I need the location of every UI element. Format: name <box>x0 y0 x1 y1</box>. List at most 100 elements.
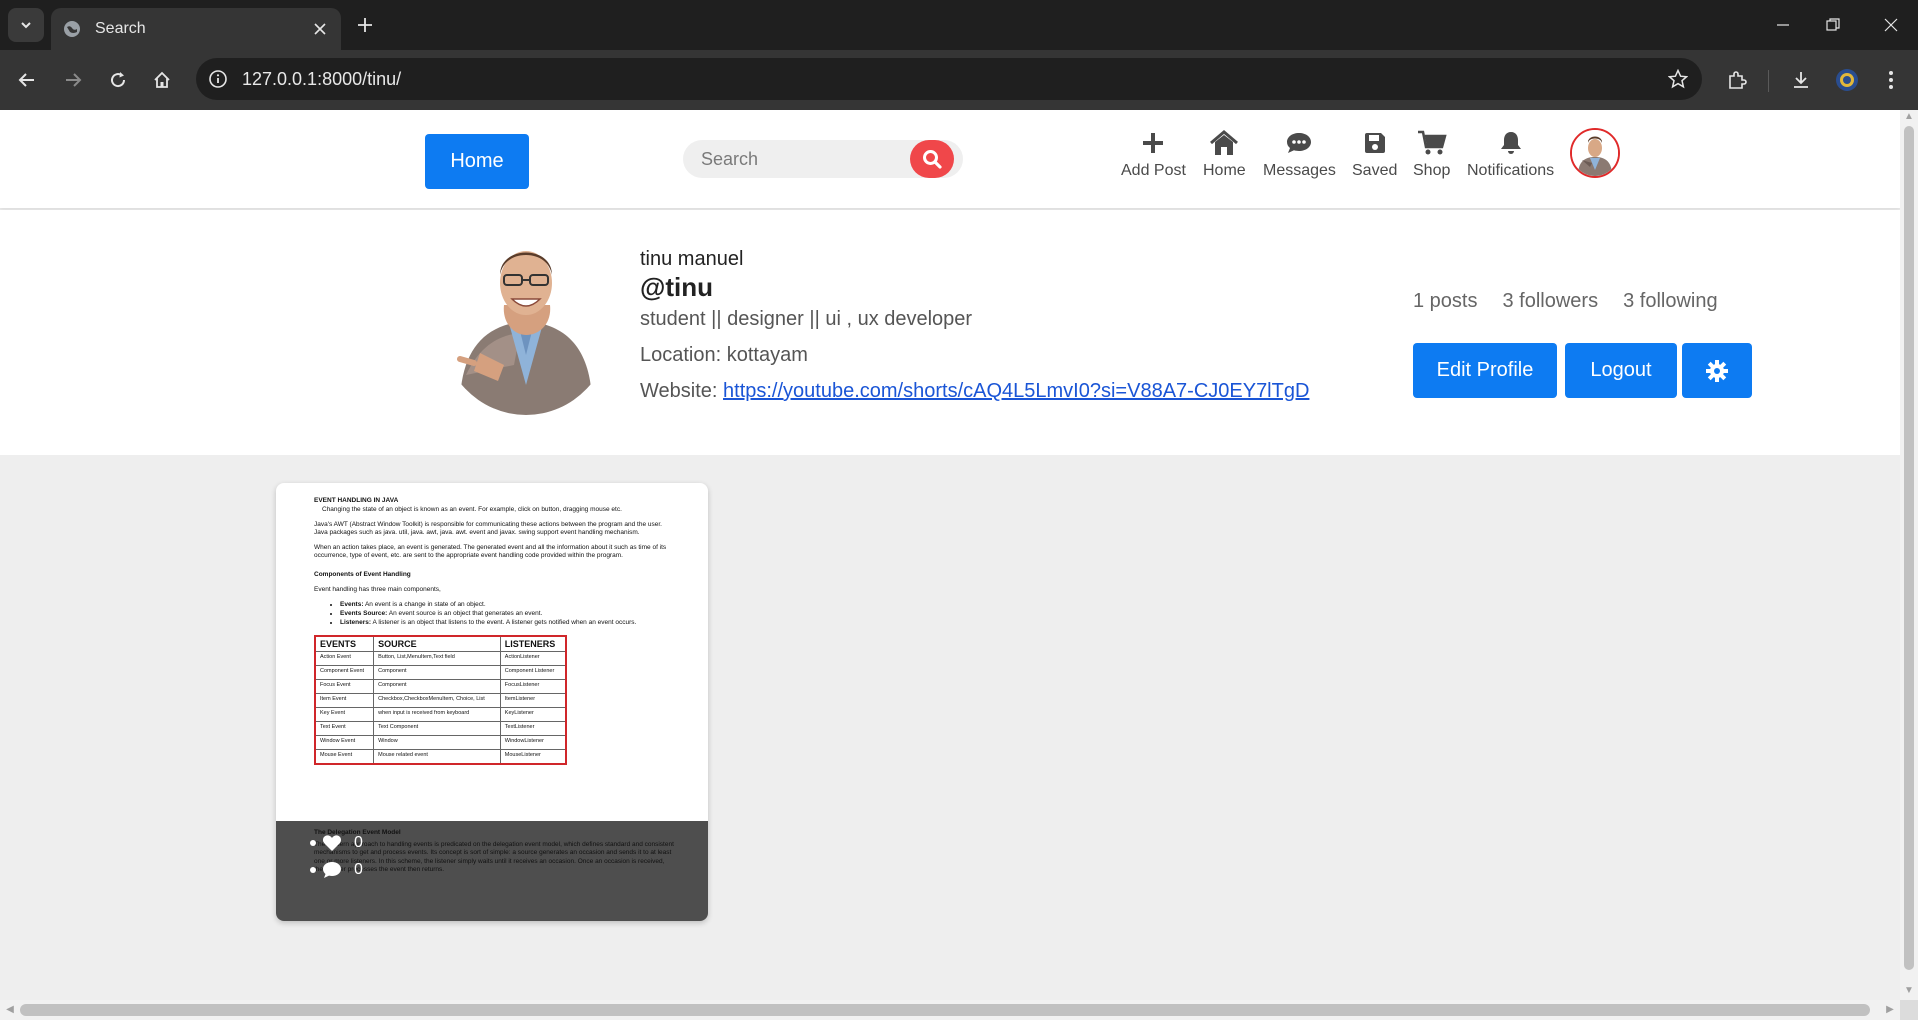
address-bar[interactable]: 127.0.0.1:8000/tinu/ <box>196 58 1702 100</box>
profile-avatar-icon[interactable] <box>1832 65 1862 95</box>
home-page-icon[interactable] <box>147 65 177 95</box>
nav-messages-label: Messages <box>1263 162 1336 179</box>
nav-notifications[interactable]: Notifications <box>1467 128 1554 180</box>
globe-icon <box>63 20 81 38</box>
post-stats-overlay: The Delegation Event Model The modern ap… <box>276 821 708 921</box>
profile-stats: 1 posts 3 followers 3 following <box>1413 290 1743 313</box>
likes-count: 0 <box>354 834 363 851</box>
shopping-cart-icon <box>1417 128 1447 158</box>
search-input[interactable] <box>701 146 901 172</box>
edit-profile-button[interactable]: Edit Profile <box>1413 343 1557 398</box>
profile-name: tinu manuel <box>640 248 744 270</box>
browser-tab[interactable]: Search <box>51 8 341 50</box>
doc-paragraph: The modern approach to handling events i… <box>314 840 674 874</box>
download-icon[interactable] <box>1786 65 1816 95</box>
doc-bullet: Events: An event is a change in state of… <box>340 600 674 609</box>
close-tab-icon[interactable] <box>311 20 329 38</box>
nav-home[interactable]: Home <box>1203 128 1246 180</box>
table-row: Text Event Text Component TextListener <box>314 721 567 736</box>
horizontal-scrollbar[interactable]: ◀ ▶ <box>0 1000 1900 1020</box>
comments-stat[interactable]: 0 <box>310 861 363 879</box>
toolbar-separator <box>1768 70 1769 92</box>
profile-section: tinu manuel @tinu student || designer ||… <box>0 210 1900 455</box>
search-button[interactable] <box>910 140 954 178</box>
reload-icon[interactable] <box>103 65 133 95</box>
scroll-down-icon[interactable]: ▼ <box>1904 986 1914 996</box>
table-header: SOURCE <box>373 635 501 652</box>
back-icon[interactable] <box>12 65 42 95</box>
site-info-icon[interactable] <box>206 67 230 91</box>
doc-title: EVENT HANDLING IN JAVA <box>314 497 399 504</box>
header-avatar[interactable] <box>1570 128 1620 178</box>
vertical-scrollbar[interactable]: ▲ ▼ <box>1900 110 1918 1000</box>
table-row: Item Event Checkbox,CheckboxMenuItem, Cho… <box>314 693 567 708</box>
site-header: Home Add Post Home Messages <box>0 110 1900 208</box>
following-count[interactable]: 3 following <box>1623 290 1718 313</box>
scroll-up-icon[interactable]: ▲ <box>1904 112 1914 122</box>
comments-count: 0 <box>354 861 363 878</box>
chevron-down-icon <box>21 22 31 29</box>
scroll-left-icon[interactable]: ◀ <box>4 1004 16 1016</box>
browser-tab-strip: Search <box>0 0 1918 50</box>
nav-saved[interactable]: Saved <box>1352 128 1397 180</box>
doc-paragraph: Changing the state of an object is known… <box>322 506 622 513</box>
new-tab-icon[interactable] <box>352 12 378 38</box>
menu-dots-icon[interactable] <box>1876 65 1906 95</box>
doc-bullet: Events Source: An event source is an obj… <box>340 609 674 618</box>
restore-icon[interactable] <box>1820 12 1846 38</box>
website-label: Website: <box>640 380 718 402</box>
post-card[interactable]: EVENT HANDLING IN JAVA Changing the stat… <box>276 483 708 921</box>
nav-add-post[interactable]: Add Post <box>1121 128 1186 180</box>
location-value: kottayam <box>726 344 808 366</box>
browser-toolbar: 127.0.0.1:8000/tinu/ <box>0 50 1918 110</box>
comment-icon <box>322 861 342 879</box>
vertical-scroll-thumb[interactable] <box>1904 126 1914 970</box>
nav-shop[interactable]: Shop <box>1413 128 1450 180</box>
doc-paragraph: When an action takes place, an event is … <box>314 543 667 560</box>
doc-overlay-text: The Delegation Event Model The modern ap… <box>314 829 674 875</box>
profile-handle: @tinu <box>640 272 713 302</box>
bullet-dot <box>310 867 316 873</box>
table-row: Window Event Window WindowListener <box>314 735 567 750</box>
likes-stat[interactable]: 0 <box>310 834 363 852</box>
bell-icon <box>1499 128 1523 158</box>
plus-icon <box>1141 128 1165 158</box>
followers-count[interactable]: 3 followers <box>1502 290 1598 313</box>
user-avatar-image <box>1572 130 1618 176</box>
floppy-disk-icon <box>1363 128 1387 158</box>
profile-website: Website: https://youtube.com/shorts/cAQ4… <box>640 380 1309 403</box>
nav-notifications-label: Notifications <box>1467 162 1555 179</box>
forward-icon[interactable] <box>58 65 88 95</box>
table-row: Focus Event Component FocusListener <box>314 679 567 694</box>
home-button[interactable]: Home <box>425 134 529 189</box>
search-icon <box>923 150 942 169</box>
doc-bullet: Listeners: A listener is an object that … <box>340 618 674 627</box>
extensions-icon[interactable] <box>1722 65 1752 95</box>
doc-paragraph: Event handling has three main components… <box>314 585 441 593</box>
logout-button[interactable]: Logout <box>1565 343 1677 398</box>
heart-icon <box>322 834 342 852</box>
tab-search-button[interactable] <box>8 8 44 42</box>
table-row: Key Event when input is received from key… <box>314 707 567 722</box>
posts-count: 1 posts <box>1413 290 1478 312</box>
minimize-icon[interactable] <box>1770 12 1796 38</box>
location-label: Location: <box>640 344 722 366</box>
tab-title: Search <box>95 20 146 37</box>
url-text[interactable]: 127.0.0.1:8000/tinu/ <box>242 69 401 90</box>
scroll-right-icon[interactable]: ▶ <box>1884 1004 1896 1016</box>
nav-home-label: Home <box>1203 162 1246 179</box>
table-header: EVENTS <box>314 635 375 652</box>
doc-paragraph: Java's AWT (Abstract Window Toolkit) is … <box>314 520 662 537</box>
settings-button[interactable] <box>1682 343 1752 398</box>
bookmark-star-icon[interactable] <box>1666 67 1690 91</box>
scrollbar-corner <box>1900 1000 1918 1020</box>
search-bar <box>683 140 963 178</box>
bullet-dot <box>310 840 316 846</box>
close-window-icon[interactable] <box>1878 12 1904 38</box>
horizontal-scroll-thumb[interactable] <box>20 1004 1870 1016</box>
website-link[interactable]: https://youtube.com/shorts/cAQ4L5LmvI0?s… <box>723 380 1309 402</box>
doc-bullet-list: Events: An event is a change in state of… <box>314 600 674 627</box>
table-row: Action Event Button, List,MenuItem,Text f… <box>314 651 567 666</box>
table-row: Component Event Component Component Listen… <box>314 665 567 680</box>
nav-messages[interactable]: Messages <box>1263 128 1336 180</box>
